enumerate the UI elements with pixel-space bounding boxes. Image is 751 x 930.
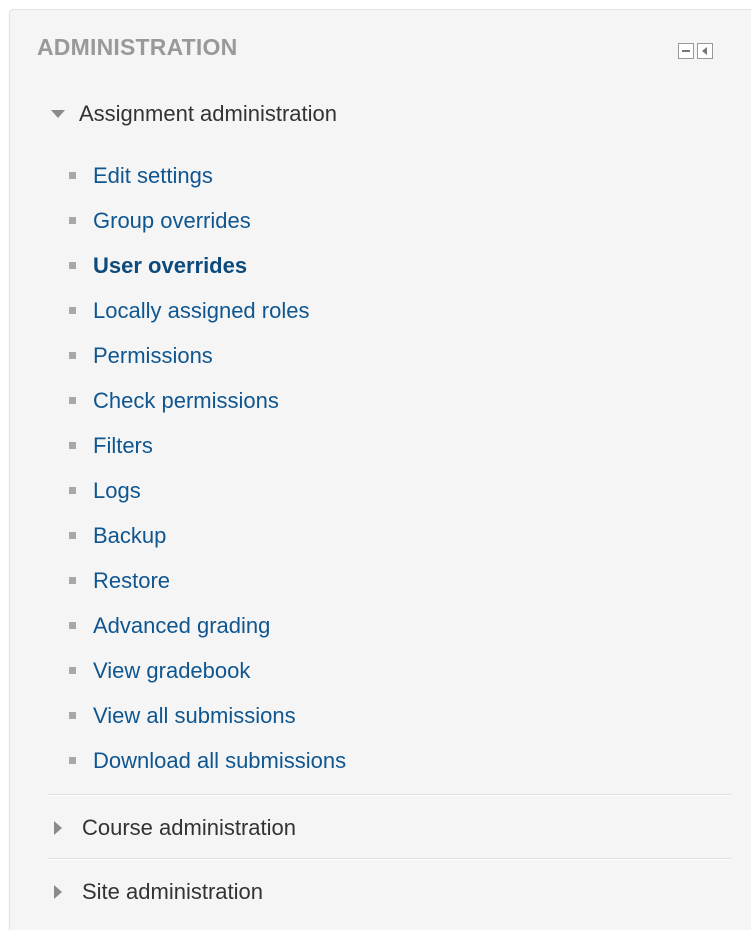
list-item-edit-settings: Edit settings	[69, 153, 346, 198]
bullet-icon	[69, 307, 76, 314]
list-item-advanced-grading: Advanced grading	[69, 603, 346, 648]
link-view-all-submissions[interactable]: View all submissions	[93, 703, 296, 729]
list-item-group-overrides: Group overrides	[69, 198, 346, 243]
tree-branch-assignment-administration[interactable]: Assignment administration	[50, 98, 337, 130]
bullet-icon	[69, 757, 76, 764]
block-controls	[678, 43, 713, 59]
link-filters[interactable]: Filters	[93, 433, 153, 459]
branch-label: Assignment administration	[79, 101, 338, 126]
link-advanced-grading[interactable]: Advanced grading	[93, 613, 270, 639]
link-user-overrides[interactable]: User overrides	[93, 253, 247, 279]
collapsed-arrow-icon	[54, 885, 62, 899]
divider	[47, 858, 731, 860]
link-edit-settings[interactable]: Edit settings	[93, 163, 213, 189]
list-item-restore: Restore	[69, 558, 346, 603]
list-item-permissions: Permissions	[69, 333, 346, 378]
collapsed-arrow-icon	[54, 821, 62, 835]
link-locally-assigned-roles[interactable]: Locally assigned roles	[93, 298, 309, 324]
minus-icon[interactable]	[678, 43, 694, 59]
list-item-backup: Backup	[69, 513, 346, 558]
bullet-icon	[69, 577, 76, 584]
tree-branch-course-administration[interactable]: Course administration	[50, 812, 296, 844]
block-title: ADMINISTRATION	[37, 34, 238, 60]
bullet-icon	[69, 442, 76, 449]
administration-block: ADMINISTRATION Assignment administration…	[9, 9, 751, 930]
link-permissions[interactable]: Permissions	[93, 343, 213, 369]
list-item-view-all-submissions: View all submissions	[69, 693, 346, 738]
link-view-gradebook[interactable]: View gradebook	[93, 658, 250, 684]
list-item-user-overrides: User overrides	[69, 243, 346, 288]
bullet-icon	[69, 352, 76, 359]
link-backup[interactable]: Backup	[93, 523, 166, 549]
dock-left-icon[interactable]	[697, 43, 713, 59]
bullet-icon	[69, 262, 76, 269]
bullet-icon	[69, 487, 76, 494]
link-restore[interactable]: Restore	[93, 568, 170, 594]
bullet-icon	[69, 622, 76, 629]
divider	[47, 794, 731, 796]
list-item-check-permissions: Check permissions	[69, 378, 346, 423]
link-download-all-submissions[interactable]: Download all submissions	[93, 748, 346, 774]
list-item-logs: Logs	[69, 468, 346, 513]
link-check-permissions[interactable]: Check permissions	[93, 388, 279, 414]
bullet-icon	[69, 532, 76, 539]
list-item-download-all-submissions: Download all submissions	[69, 738, 346, 783]
branch-label: Site administration	[82, 879, 263, 904]
list-item-view-gradebook: View gradebook	[69, 648, 346, 693]
list-item-locally-assigned-roles: Locally assigned roles	[69, 288, 346, 333]
bullet-icon	[69, 217, 76, 224]
list-item-filters: Filters	[69, 423, 346, 468]
bullet-icon	[69, 397, 76, 404]
bullet-icon	[69, 172, 76, 179]
link-logs[interactable]: Logs	[93, 478, 141, 504]
expanded-arrow-icon	[51, 110, 65, 118]
bullet-icon	[69, 667, 76, 674]
assignment-admin-list: Edit settings Group overrides User overr…	[69, 153, 346, 783]
branch-label: Course administration	[82, 815, 296, 840]
bullet-icon	[69, 712, 76, 719]
link-group-overrides[interactable]: Group overrides	[93, 208, 251, 234]
tree-branch-site-administration[interactable]: Site administration	[50, 876, 263, 908]
